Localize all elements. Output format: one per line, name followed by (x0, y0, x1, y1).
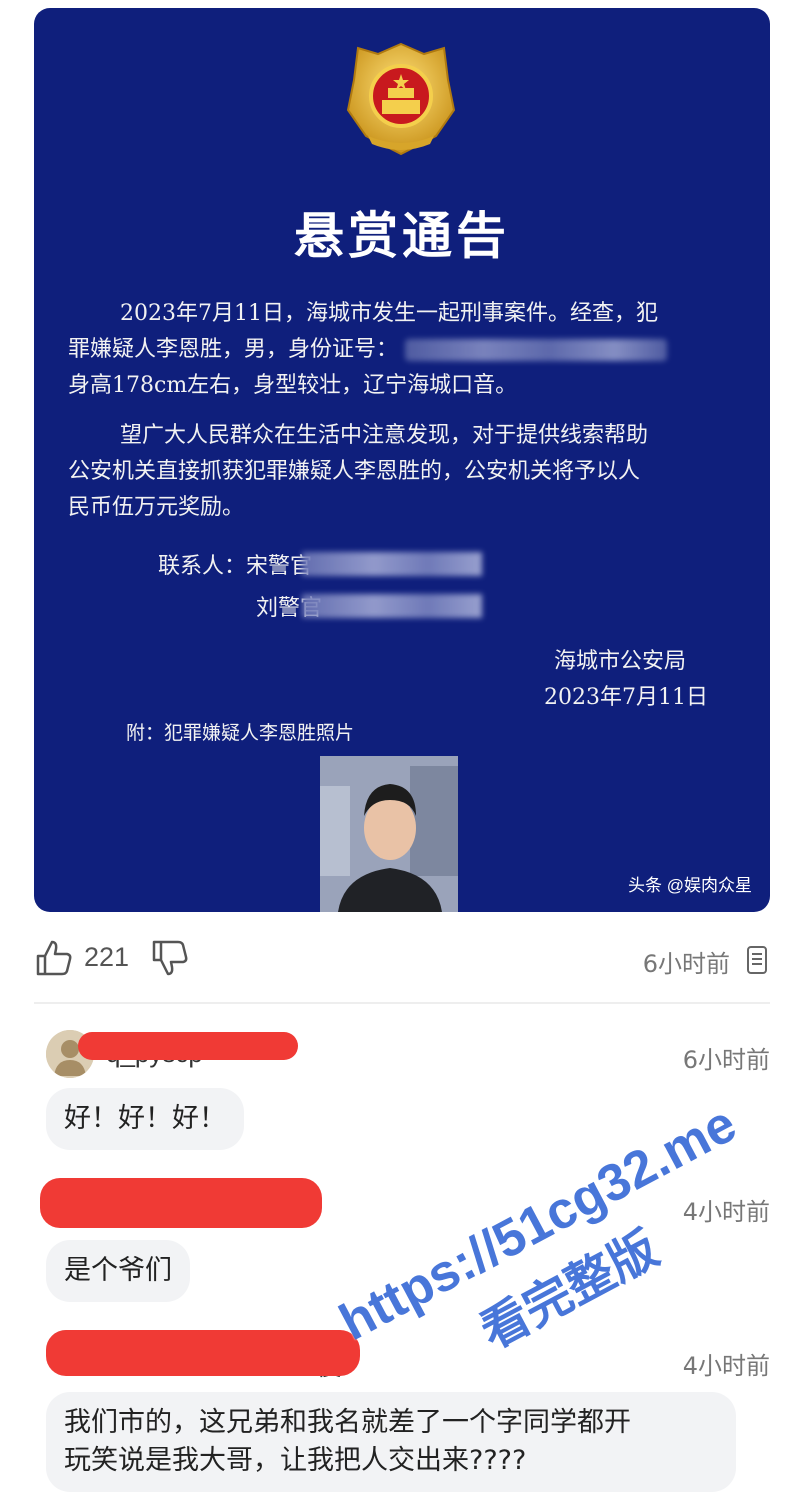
phone-redacted-2 (302, 594, 482, 618)
id-label: 罪嫌疑人李恩胜，男，身份证号： (68, 337, 399, 362)
suspect-photo (320, 756, 458, 912)
wanted-poster-image[interactable]: 悬赏通告 2023年7月11日，海城市发生一起刑事案件。经查，犯 罪嫌疑人李恩胜… (34, 8, 770, 912)
contact-1: 联系人：宋警官 (158, 554, 313, 579)
issuer-block: 海城市公安局 2023年7月11日 (544, 644, 734, 716)
comment-text: 好！好！好！ (46, 1088, 244, 1150)
id-number-redacted (405, 339, 668, 361)
action-bar: 221 6小时前 (34, 936, 770, 982)
case-line-2: 罪嫌疑人李恩胜，男，身份证号： (68, 332, 748, 368)
issuer-org: 海城市公安局 (554, 649, 687, 674)
divider (34, 1002, 770, 1004)
like-count: 221 (84, 942, 130, 972)
poster-title: 悬赏通告 (294, 206, 510, 265)
username-redaction (40, 1178, 322, 1228)
username-redaction (46, 1330, 360, 1376)
thumbs-up-icon[interactable] (34, 938, 74, 978)
reward-line-3: 民币伍万元奖励。 (68, 495, 245, 520)
issuer-date: 2023年7月11日 (544, 685, 708, 710)
post-time: 6小时前 (642, 950, 730, 978)
comment-text-line-2: 玩笑说是我大哥，让我把人交出来???? (64, 1445, 527, 1476)
phone-redacted-1 (302, 552, 482, 576)
comment-text: 是个爷们 (46, 1240, 190, 1302)
attachment-label: 附：犯罪嫌疑人李恩胜照片 (126, 722, 355, 744)
case-description: 2023年7月11日，海城市发生一起刑事案件。经查，犯 罪嫌疑人李恩胜，男，身份… (68, 296, 748, 404)
case-line-3: 身高178cm左右，身型较壮，辽宁海城口音。 (68, 373, 518, 398)
thumbs-down-icon[interactable] (150, 938, 190, 978)
comment-time: 4小时前 (682, 1352, 770, 1380)
phone-device-icon (747, 946, 767, 974)
reward-line-1: 望广大人民群众在生活中注意发现，对于提供线索帮助 (120, 423, 649, 448)
source-tag: 头条 @娱肉众星 (628, 876, 752, 895)
suspect-portrait-icon (320, 756, 458, 912)
username-redaction (78, 1032, 298, 1060)
police-emblem-icon (346, 42, 456, 156)
reward-description: 望广大人民群众在生活中注意发现，对于提供线索帮助 公安机关直接抓获犯罪嫌疑人李恩… (68, 418, 748, 526)
comment-time: 6小时前 (682, 1046, 770, 1074)
case-line-1: 2023年7月11日，海城市发生一起刑事案件。经查，犯 (120, 301, 658, 326)
reward-line-2: 公安机关直接抓获犯罪嫌疑人李恩胜的，公安机关将予以人 (68, 459, 641, 484)
